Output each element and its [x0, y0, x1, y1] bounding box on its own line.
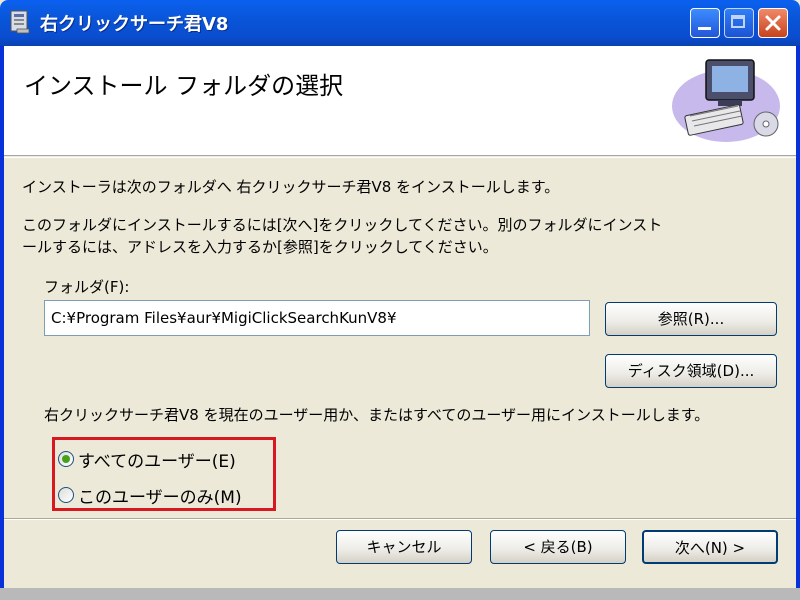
close-button[interactable]: [758, 8, 788, 38]
radio-this-user-button[interactable]: [58, 487, 74, 503]
title-bar[interactable]: 右クリックサーチ君V8: [0, 0, 800, 46]
instruction-text-line2: ールするには、アドレスを入力するか[参照]をクリックしてください。: [22, 238, 498, 256]
radio-all-users-label: すべてのユーザー(E): [78, 451, 236, 472]
radio-all-users-button[interactable]: [58, 451, 74, 467]
header-banner: インストール フォルダの選択: [4, 46, 796, 156]
minimize-icon: [698, 27, 711, 30]
maximize-button[interactable]: [724, 8, 754, 38]
back-button[interactable]: < 戻る(B): [490, 530, 626, 564]
next-button[interactable]: 次へ(N) >: [642, 530, 778, 564]
cancel-button[interactable]: キャンセル: [336, 530, 472, 564]
intro-text: インストーラは次のフォルダへ 右クリックサーチ君V8 をインストールします。: [22, 178, 560, 196]
radio-all-users[interactable]: すべてのユーザー(E): [58, 446, 236, 472]
installer-app-icon: [10, 10, 30, 34]
instruction-text-line1: このフォルダにインストールするには[次へ]をクリックしてください。別のフォルダに…: [22, 216, 663, 234]
folder-label: フォルダ(F):: [44, 278, 130, 296]
maximize-icon: [731, 15, 745, 28]
page-title: インストール フォルダの選択: [24, 72, 344, 100]
footer-divider: [4, 518, 796, 520]
install-scope-text: 右クリックサーチ君V8 を現在のユーザー用か、またはすべてのユーザー用にインスト…: [44, 406, 710, 424]
radio-this-user[interactable]: このユーザーのみ(M): [58, 482, 242, 508]
radio-this-user-label: このユーザーのみ(M): [78, 487, 242, 508]
close-icon: [765, 15, 781, 31]
browse-button[interactable]: 参照(R)...: [605, 302, 777, 336]
folder-path-input[interactable]: [44, 300, 590, 336]
window-title: 右クリックサーチ君V8: [40, 14, 229, 35]
computer-install-icon: [672, 59, 780, 142]
banner-separator: [4, 157, 796, 158]
disk-space-button[interactable]: ディスク領域(D)...: [605, 354, 777, 388]
window-bottom-edge: [0, 588, 800, 600]
minimize-button[interactable]: [690, 8, 720, 38]
